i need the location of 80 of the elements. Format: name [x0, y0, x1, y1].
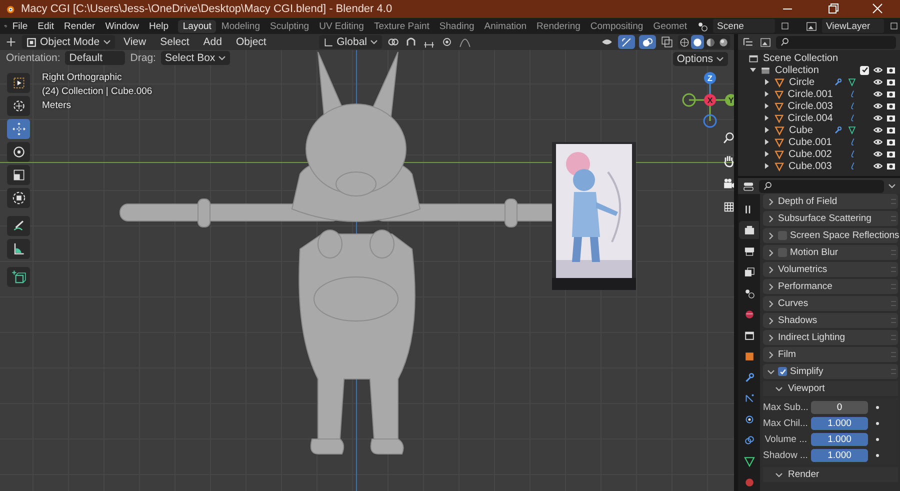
outliner-item[interactable]: Cube.002 — [788, 148, 832, 160]
panel-title: Depth of Field — [778, 196, 838, 207]
workspace-tab[interactable]: Geomet — [648, 20, 692, 32]
value-field[interactable]: 1.000 — [811, 433, 868, 446]
orientation-dropdown[interactable]: Global — [318, 35, 382, 49]
viewport-info-text: Meters — [42, 100, 72, 111]
panel-title: Film — [778, 349, 796, 360]
viewport-menu[interactable]: Select — [155, 36, 194, 48]
menu-item[interactable]: Render — [59, 20, 100, 32]
menu-item[interactable]: Window — [100, 20, 144, 32]
viewport-menu[interactable]: Add — [198, 36, 227, 48]
panel-header[interactable]: Film — [763, 347, 898, 362]
panel-header[interactable]: Depth of Field — [763, 194, 898, 209]
view-layer-field[interactable]: ViewLayer — [822, 19, 884, 33]
panel-title: Simplify — [790, 366, 824, 377]
viewport-info-text: (24) Collection | Cube.006 — [42, 86, 152, 97]
field-label: Max Chil... — [763, 418, 807, 429]
orientation-field[interactable]: Default — [65, 51, 126, 65]
outliner-item[interactable]: Circle.001 — [788, 88, 833, 100]
axis-label: X — [707, 96, 713, 105]
panel-header[interactable]: Simplify — [763, 364, 898, 379]
workspace-tab[interactable]: UV Editing — [314, 20, 369, 32]
workspace-tab[interactable]: Rendering — [532, 20, 586, 32]
panel-title: Motion Blur — [790, 247, 838, 258]
workspace-tab[interactable]: Sculpting — [264, 20, 314, 32]
window-title: Macy CGI [C:\Users\Jess-\OneDrive\Desktop\Macy CGI.blend] - Blender 4.0 — [21, 3, 392, 15]
drag-label: Drag: — [130, 52, 156, 64]
panel-header[interactable]: Indirect Lighting — [763, 330, 898, 345]
panel-title: Indirect Lighting — [778, 332, 846, 343]
outliner-item[interactable]: Circle.003 — [788, 100, 833, 112]
panel-title: Screen Space Reflections — [790, 230, 900, 241]
viewport-menu[interactable]: View — [118, 36, 152, 48]
drag-dropdown[interactable]: Select Box — [160, 51, 230, 65]
field-label: Shadow ... — [763, 450, 807, 461]
menu-item[interactable]: Help — [144, 20, 174, 32]
outliner-item[interactable]: Collection — [775, 64, 856, 76]
options-button[interactable]: Options — [672, 52, 728, 66]
panel-header[interactable]: Screen Space Reflections — [763, 228, 898, 243]
panel-header[interactable]: Curves — [763, 296, 898, 311]
field-label: Max Sub... — [763, 402, 807, 413]
panel-header[interactable]: Subsurface Scattering — [763, 211, 898, 226]
subpanel-title: Render — [788, 469, 820, 480]
workspace-tab[interactable]: Animation — [479, 20, 532, 32]
workspace-tab[interactable]: Texture Paint — [368, 20, 434, 32]
outliner-item[interactable]: Circle.004 — [788, 112, 833, 124]
orientation-label: Orientation: — [6, 52, 60, 64]
axis-label: Y — [728, 96, 734, 105]
panel-title: Performance — [778, 281, 832, 292]
outliner-item[interactable]: Scene Collection — [763, 52, 900, 64]
panel-header[interactable]: Shadows — [763, 313, 898, 328]
axis-label: Z — [708, 74, 712, 83]
workspace-tab[interactable]: Modeling — [216, 20, 265, 32]
panel-title: Volumetrics — [778, 264, 828, 275]
subpanel-header[interactable]: Render — [763, 467, 898, 482]
panel-title: Shadows — [778, 315, 818, 326]
subpanel-title: Viewport — [788, 383, 825, 394]
value-field[interactable]: 1.000 — [811, 449, 868, 462]
outliner-item[interactable]: Cube.001 — [788, 136, 832, 148]
viewport-info-text: Right Orthographic — [42, 72, 123, 83]
panel-header[interactable]: Volumetrics — [763, 262, 898, 277]
panel-title: Curves — [778, 298, 808, 309]
workspace-tab[interactable]: Compositing — [585, 20, 648, 32]
outliner-item[interactable]: Cube — [789, 124, 829, 136]
outliner-item[interactable]: Cube.003 — [788, 160, 832, 172]
panel-header[interactable]: Performance — [763, 279, 898, 294]
subpanel-header[interactable]: Viewport — [763, 381, 898, 396]
workspace-tab[interactable]: Shading — [434, 20, 480, 32]
navigation-gizmo[interactable]: Z X Y — [680, 70, 734, 130]
viewport-menu[interactable]: Object — [230, 36, 272, 48]
menu-item[interactable]: File — [7, 20, 33, 32]
mode-dropdown[interactable]: Object Mode — [22, 35, 115, 49]
panel-header[interactable]: Motion Blur — [763, 245, 898, 260]
panel-title: Subsurface Scattering — [778, 213, 872, 224]
value-field[interactable]: 1.000 — [811, 417, 868, 430]
scene-field[interactable]: Scene — [713, 19, 775, 33]
outliner-item[interactable]: Circle — [789, 76, 829, 88]
menu-item[interactable]: Edit — [32, 20, 60, 32]
workspace-tab[interactable]: Layout — [178, 20, 216, 32]
field-label: Volume ... — [764, 434, 807, 445]
value-field[interactable]: 0 — [811, 401, 868, 414]
